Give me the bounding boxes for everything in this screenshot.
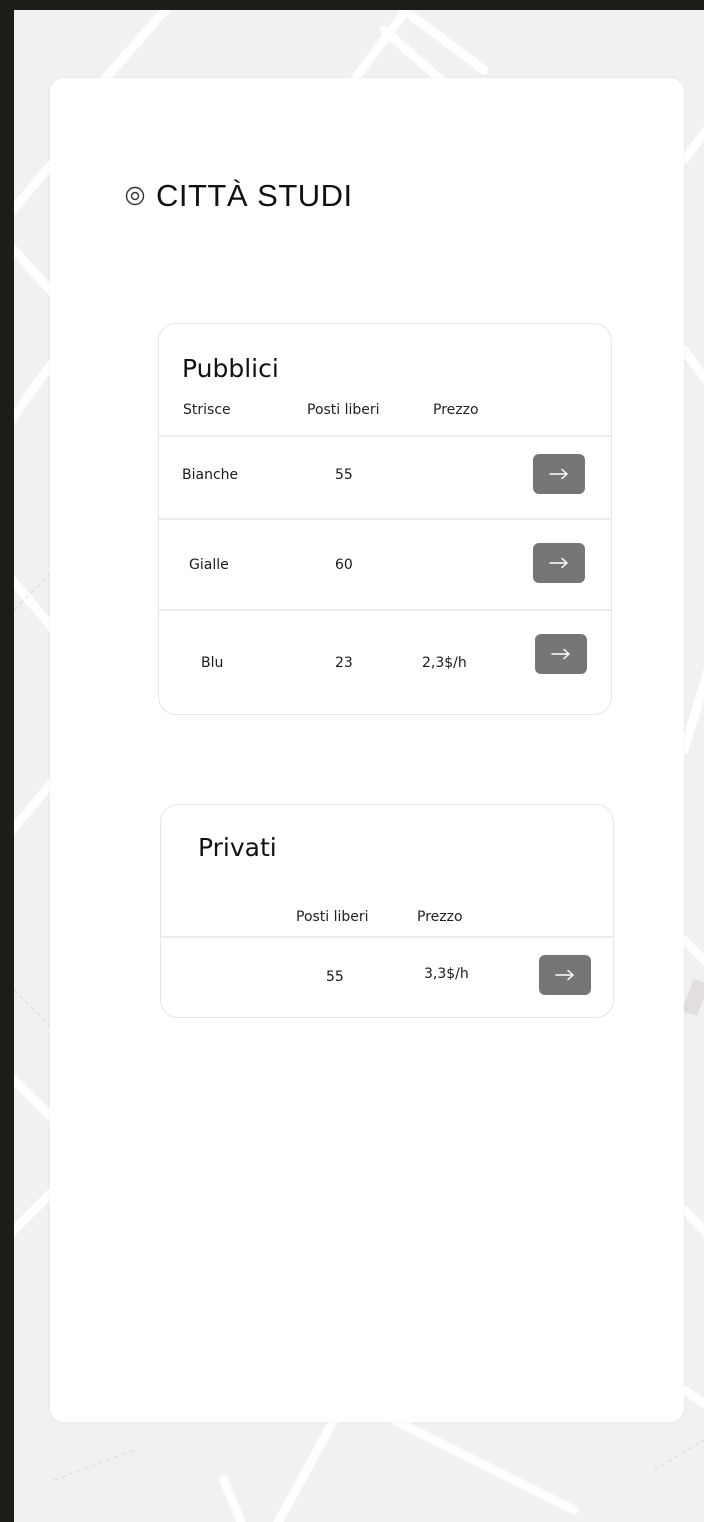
column-header-price: Prezzo xyxy=(417,909,463,925)
go-button-gialle[interactable] xyxy=(533,543,585,583)
arrow-right-icon xyxy=(549,557,568,569)
location-pin-icon xyxy=(125,186,145,206)
go-button-bianche[interactable] xyxy=(533,454,585,494)
arrow-right-icon xyxy=(551,648,570,660)
parking-panel: CITTÀ STUDI Pubblici Strisce Posti liber… xyxy=(50,78,684,1422)
row-price-private: 3,3$/h xyxy=(424,966,469,982)
private-card-title: Privati xyxy=(198,833,277,862)
row-spots-private: 55 xyxy=(326,969,344,985)
column-header-price: Prezzo xyxy=(433,402,479,418)
location-title: CITTÀ STUDI xyxy=(156,178,353,213)
row-type-blu: Blu xyxy=(201,655,224,671)
header-divider xyxy=(159,435,611,437)
row-spots-gialle: 60 xyxy=(335,557,353,573)
app-frame: CITTÀ STUDI Pubblici Strisce Posti liber… xyxy=(0,0,704,1522)
column-header-spots: Posti liberi xyxy=(307,402,380,418)
row-type-gialle: Gialle xyxy=(189,557,229,573)
arrow-right-icon xyxy=(555,969,574,981)
public-parking-card: Pubblici Strisce Posti liberi Prezzo Bia… xyxy=(158,323,612,715)
go-button-private[interactable] xyxy=(539,955,591,995)
column-header-spots: Posti liberi xyxy=(296,909,369,925)
row-price-blu: 2,3$/h xyxy=(422,655,467,671)
row-divider xyxy=(159,518,611,520)
go-button-blu[interactable] xyxy=(535,634,587,674)
header-divider xyxy=(161,936,613,938)
location-header: CITTÀ STUDI xyxy=(124,178,353,214)
private-parking-card: Privati Posti liberi Prezzo 55 3,3$/h xyxy=(160,804,614,1018)
column-header-type: Strisce xyxy=(183,402,231,418)
row-type-bianche: Bianche xyxy=(182,467,239,483)
row-spots-bianche: 55 xyxy=(335,467,353,483)
public-card-title: Pubblici xyxy=(182,354,279,383)
arrow-right-icon xyxy=(549,468,568,480)
row-spots-blu: 23 xyxy=(335,655,353,671)
row-divider xyxy=(159,609,611,611)
